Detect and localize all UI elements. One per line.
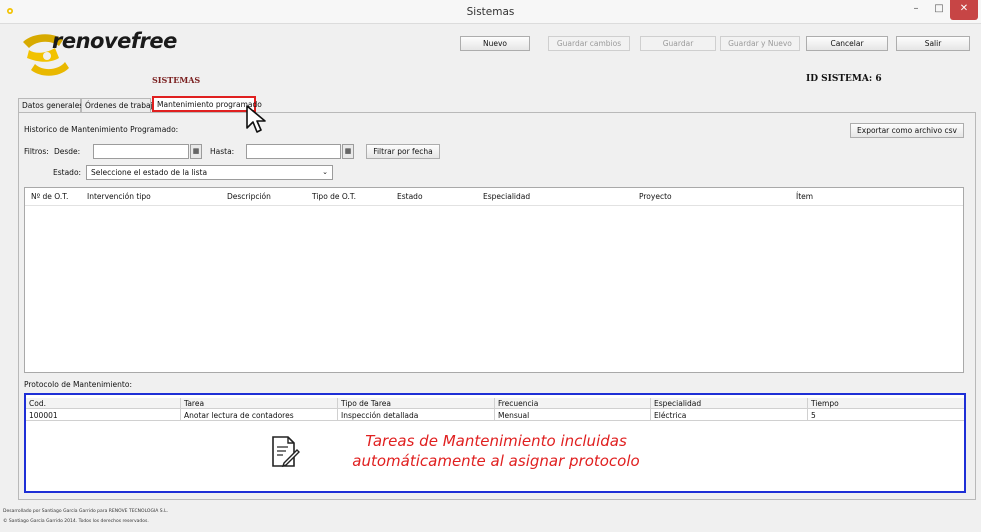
estado-label: Estado:: [53, 168, 82, 177]
cancel-button[interactable]: Cancelar: [806, 36, 888, 51]
column-divider: [180, 398, 181, 421]
protocol-title: Protocolo de Mantenimiento:: [24, 380, 132, 389]
protocol-col-header[interactable]: Cod.: [29, 399, 46, 408]
header-divider: [25, 205, 963, 206]
column-divider: [337, 398, 338, 421]
cell-tiempo: 5: [811, 411, 816, 420]
cell-cod: 100001: [29, 411, 58, 420]
annotation-line-2: automáticamente al asignar protocolo: [352, 452, 640, 470]
exit-button[interactable]: Salir: [896, 36, 970, 51]
protocol-col-header[interactable]: Tiempo: [811, 399, 839, 408]
hasta-date-input[interactable]: [246, 144, 341, 159]
maximize-button[interactable]: □: [928, 0, 950, 20]
section-title: SISTEMAS: [152, 75, 201, 85]
hasta-label: Hasta:: [210, 147, 235, 156]
history-col-header[interactable]: Tipo de O.T.: [312, 192, 356, 201]
save-button[interactable]: Guardar: [640, 36, 716, 51]
edit-document-icon: [272, 436, 300, 468]
protocol-col-header[interactable]: Tarea: [184, 399, 204, 408]
cell-frecuencia: Mensual: [498, 411, 530, 420]
chevron-down-icon: ⌄: [322, 168, 328, 176]
mouse-cursor-icon: [246, 105, 266, 133]
desde-label: Desde:: [54, 147, 81, 156]
export-csv-button[interactable]: Exportar como archivo csv: [850, 123, 964, 138]
system-id-label: ID SISTEMA: 6: [806, 74, 882, 84]
protocol-col-header[interactable]: Especialidad: [654, 399, 701, 408]
annotation-text: Tareas de Mantenimiento incluidas automá…: [316, 431, 676, 471]
hasta-calendar-icon[interactable]: ▦: [342, 144, 354, 159]
history-col-header[interactable]: Estado: [397, 192, 423, 201]
table-row[interactable]: [26, 410, 964, 421]
estado-select-value: Seleccione el estado de la lista: [91, 168, 208, 177]
filters-label: Filtros:: [24, 147, 49, 156]
cell-tipo-tarea: Inspección detallada: [341, 411, 419, 420]
column-divider: [650, 398, 651, 421]
new-button[interactable]: Nuevo: [460, 36, 530, 51]
history-col-header[interactable]: Nº de O.T.: [31, 192, 68, 201]
estado-select[interactable]: Seleccione el estado de la lista ⌄: [86, 165, 333, 180]
tab-ordenes-de-trabajo[interactable]: Órdenes de trabajo: [81, 98, 157, 112]
window-title: Sistemas: [466, 6, 515, 18]
cell-tarea: Anotar lectura de contadores: [184, 411, 294, 420]
footer-credit: Desarrollado por Santiago García Garrido…: [3, 509, 169, 514]
footer-copyright: © Santiago García Garrido 2014. Todos lo…: [3, 519, 149, 524]
close-button[interactable]: ✕: [950, 0, 978, 20]
history-table[interactable]: Nº de O.T. Intervención tipo Descripción…: [24, 187, 964, 373]
column-divider: [494, 398, 495, 421]
history-col-header[interactable]: Intervención tipo: [87, 192, 151, 201]
column-divider: [807, 398, 808, 421]
desde-date-input[interactable]: [93, 144, 189, 159]
cell-especialidad: Eléctrica: [654, 411, 687, 420]
history-col-header[interactable]: Ítem: [796, 192, 813, 201]
save-changes-button[interactable]: Guardar cambios: [548, 36, 630, 51]
history-col-header[interactable]: Descripción: [227, 192, 271, 201]
history-col-header[interactable]: Proyecto: [639, 192, 672, 201]
tab-datos-generales[interactable]: Datos generales: [18, 98, 83, 112]
protocol-col-header[interactable]: Tipo de Tarea: [341, 399, 391, 408]
filter-by-date-button[interactable]: Filtrar por fecha: [366, 144, 440, 159]
logo-text: renovefree: [52, 29, 177, 53]
title-bar: Sistemas – □ ✕: [0, 0, 981, 24]
annotation-line-1: Tareas de Mantenimiento incluidas: [365, 432, 627, 450]
save-and-new-button[interactable]: Guardar y Nuevo: [720, 36, 800, 51]
tab-mantenimiento-programado[interactable]: Mantenimiento programado: [152, 96, 262, 112]
minimize-button[interactable]: –: [904, 0, 928, 20]
history-title: Historico de Mantenimiento Programado:: [24, 125, 179, 134]
protocol-col-header[interactable]: Frecuencia: [498, 399, 538, 408]
history-col-header[interactable]: Especialidad: [483, 192, 530, 201]
desde-calendar-icon[interactable]: ▦: [190, 144, 202, 159]
